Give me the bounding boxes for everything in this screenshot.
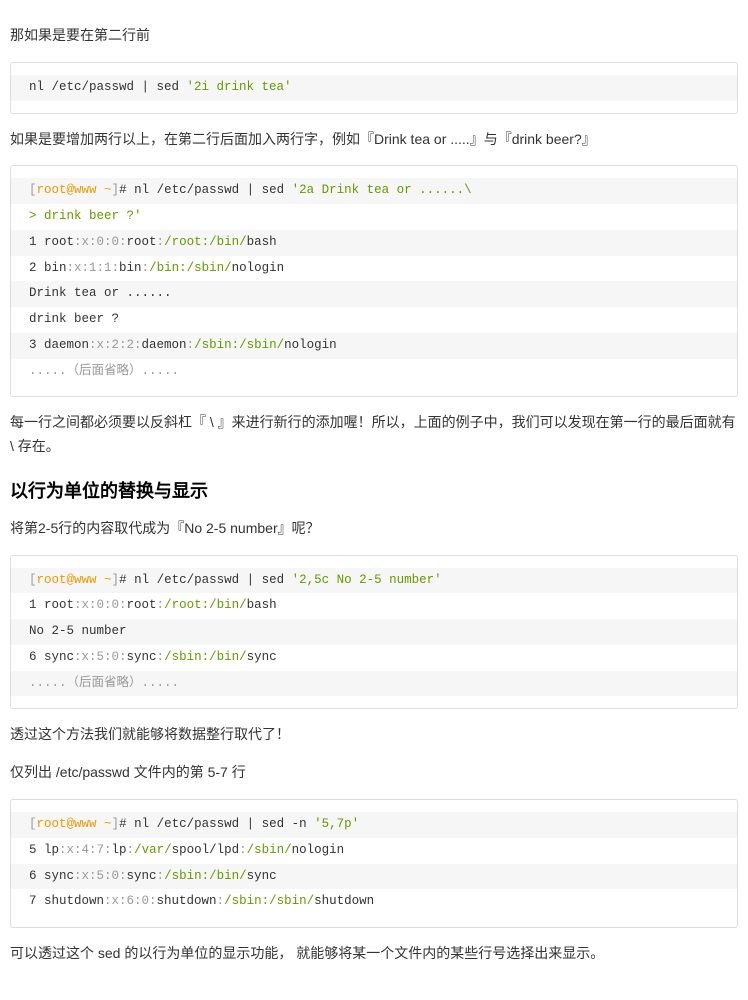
code-line: 1 root:x:0:0:root:/root:/bin/bash	[11, 230, 737, 256]
paragraph: 如果是要增加两行以上，在第二行后面加入两行字，例如『Drink tea or .…	[10, 128, 738, 152]
code-line: [root@www ~]# nl /etc/passwd | sed -n '5…	[11, 812, 737, 838]
paragraph: 透过这个方法我们就能够将数据整行取代了！	[10, 723, 738, 747]
code-block-1: nl /etc/passwd | sed '2i drink tea'	[10, 62, 738, 114]
code-block-3: [root@www ~]# nl /etc/passwd | sed '2,5c…	[10, 555, 738, 710]
code-line: .....（后面省略）.....	[11, 359, 737, 385]
code-line: 6 sync:x:5:0:sync:/sbin:/bin/sync	[11, 645, 737, 671]
code-block-4: [root@www ~]# nl /etc/passwd | sed -n '5…	[10, 799, 738, 928]
code-text: nl /etc/passwd | sed	[29, 80, 187, 94]
code-line: [root@www ~]# nl /etc/passwd | sed '2,5c…	[11, 568, 737, 594]
code-line: 7 shutdown:x:6:0:shutdown:/sbin:/sbin/sh…	[11, 889, 737, 915]
paragraph: 可以透过这个 sed 的以行为单位的显示功能， 就能够将某一个文件内的某些行号选…	[10, 942, 738, 966]
code-line: .....（后面省略）.....	[11, 671, 737, 697]
paragraph: 将第2-5行的内容取代成为『No 2-5 number』呢？	[10, 517, 738, 541]
code-line: 2 bin:x:1:1:bin:/bin:/sbin/nologin	[11, 256, 737, 282]
paragraph: 仅列出 /etc/passwd 文件内的第 5-7 行	[10, 761, 738, 785]
code-line: 6 sync:x:5:0:sync:/sbin:/bin/sync	[11, 864, 737, 890]
code-line: 3 daemon:x:2:2:daemon:/sbin:/sbin/nologi…	[11, 333, 737, 359]
section-heading: 以行为单位的替换与显示	[10, 477, 738, 503]
paragraph: 那如果是要在第二行前	[10, 24, 738, 48]
code-line: nl /etc/passwd | sed '2i drink tea'	[11, 75, 737, 101]
code-line: drink beer ?	[11, 307, 737, 333]
code-line: Drink tea or ......	[11, 281, 737, 307]
code-block-2: [root@www ~]# nl /etc/passwd | sed '2a D…	[10, 165, 738, 397]
code-line: No 2-5 number	[11, 619, 737, 645]
code-string: '2i drink tea'	[187, 80, 292, 94]
code-line: 5 lp:x:4:7:lp:/var/spool/lpd:/sbin/nolog…	[11, 838, 737, 864]
code-line: > drink beer ?'	[11, 204, 737, 230]
code-line: [root@www ~]# nl /etc/passwd | sed '2a D…	[11, 178, 737, 204]
code-line: 1 root:x:0:0:root:/root:/bin/bash	[11, 593, 737, 619]
paragraph: 每一行之间都必须要以反斜杠『 \ 』来进行新行的添加喔！所以，上面的例子中，我们…	[10, 411, 738, 459]
